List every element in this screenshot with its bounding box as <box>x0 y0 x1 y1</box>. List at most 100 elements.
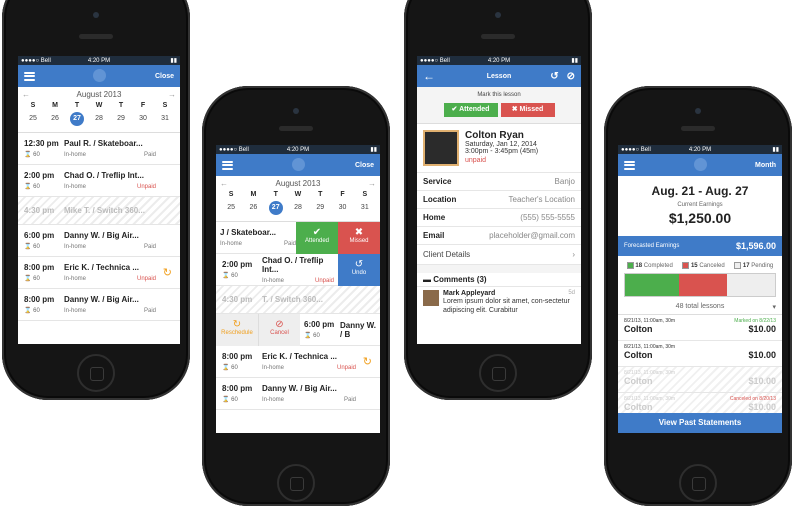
lesson-row[interactable]: 2:00 pm ⌛ 60 Chad O. / Treflip Int... In-h… <box>216 253 380 286</box>
lesson-row[interactable]: 8:00 pm ⌛ 60 Eric K. / Technica ... In-hom… <box>216 346 380 378</box>
lesson-row[interactable]: 6:00 pm ⌛ 60 Danny W. / Big Air... In-home P… <box>18 225 180 257</box>
day-cell[interactable]: 28 <box>291 201 305 215</box>
camera <box>93 12 99 18</box>
lesson-row[interactable]: 2:00 pm ⌛ 60 Chad O. / Treflip Int... In-ho… <box>18 165 180 197</box>
lesson-duration: ⌛ 60 <box>24 152 40 158</box>
undo-label: Undo <box>351 269 367 276</box>
next-month-icon[interactable]: → <box>368 179 376 188</box>
day-cell[interactable]: 26 <box>48 112 62 126</box>
lesson-time: 8:00 pm <box>222 384 253 393</box>
student-card: Colton Ryan Saturday, Jan 12, 2014 3:00p… <box>417 124 581 173</box>
lesson-payment: Unpaid <box>136 184 156 190</box>
day-cell[interactable]: 25 <box>224 201 238 215</box>
menu-icon[interactable] <box>624 160 635 170</box>
comments-header: ▬ Comments (3) <box>417 273 581 287</box>
lesson-duration: ⌛ 60 <box>222 397 238 403</box>
payment-status: unpaid <box>465 157 487 164</box>
lesson-location: In-home <box>64 184 87 190</box>
day-cell[interactable]: 31 <box>358 201 372 215</box>
undo-action[interactable]: ↺ Undo <box>338 253 380 286</box>
student-name: Colton <box>624 350 653 361</box>
attended-button[interactable]: ✔ Attended <box>443 103 498 117</box>
current-earnings-label: Current Earnings <box>677 202 723 208</box>
history-icon[interactable]: ↻ <box>363 355 372 368</box>
page-title: Lesson <box>486 72 512 80</box>
day-cell[interactable]: 27 <box>268 201 283 215</box>
close-button[interactable]: Close <box>355 162 374 169</box>
reschedule-icon: ↻ <box>232 318 242 330</box>
day-cell[interactable]: 30 <box>136 112 150 126</box>
day-cell[interactable]: 25 <box>26 112 40 126</box>
lesson-location: In-home <box>64 276 87 282</box>
home-button[interactable] <box>479 354 517 392</box>
prev-month-icon[interactable]: ← <box>220 179 228 188</box>
history-icon[interactable]: ↻ <box>163 266 172 279</box>
statement-row[interactable]: 8/21/13, 11:00am, 30m Marked on 8/22/13 Co… <box>618 315 782 342</box>
day-cell[interactable]: 30 <box>336 201 350 215</box>
missed-action[interactable]: ✖ Missed <box>338 221 380 254</box>
total-lessons[interactable]: 48 total lessons ▾ <box>618 297 782 316</box>
screen: ●●●●○ Bell 4:20 PM ▮▮ ← Lesson ↺ ⊘ Mark thi… <box>417 56 581 344</box>
lesson-row[interactable]: 4:30 pm T. / Switch 360... <box>216 286 380 314</box>
comment-text: Lorem ipsum dolor sit amet, con-sectetur… <box>443 298 570 314</box>
lesson-duration: ⌛ 60 <box>24 184 40 190</box>
logo-icon <box>694 158 707 171</box>
lesson-name: Danny W. / Big Air... <box>64 231 139 240</box>
chevron-down-icon: ▾ <box>772 304 776 312</box>
attended-action[interactable]: ✔ Attended <box>296 221 338 254</box>
reschedule-action[interactable]: ↻ Reschedule <box>216 313 258 346</box>
home-button[interactable] <box>77 354 115 392</box>
menu-icon[interactable] <box>24 71 35 81</box>
legend-item: 18 Completed <box>626 262 673 270</box>
avatar <box>423 130 459 166</box>
next-month-icon[interactable]: → <box>168 90 176 99</box>
lesson-row[interactable]: 8:00 pm ⌛ 60 Eric K. / Technica ... In-home… <box>18 257 180 289</box>
prev-month-icon[interactable]: ← <box>22 90 30 99</box>
lesson-location: In-home <box>262 365 285 371</box>
view-past-statements-button[interactable]: View Past Statements <box>618 413 782 433</box>
lesson-duration: ⌛ 60 <box>24 276 40 282</box>
day-cell[interactable]: 29 <box>313 201 327 215</box>
day-cell[interactable]: 27 <box>70 112 84 126</box>
day-cell[interactable]: 26 <box>246 201 260 215</box>
menu-icon[interactable] <box>222 160 233 170</box>
forecast-bar: Forecasted Earnings $1,596.00 <box>618 236 782 256</box>
camera <box>293 108 299 114</box>
phone-1: ●●●●○ Bell 4:20 PM ▮▮ Close ← August 2013 → … <box>2 0 190 400</box>
lesson-row[interactable]: 12:30 pm ⌛ 60 Paul R. / Skateboar... In-hom… <box>18 133 180 165</box>
missed-button[interactable]: ✖ Missed <box>500 103 555 117</box>
month-toggle[interactable]: Month <box>755 162 776 169</box>
lesson-time: 8:00 pm <box>24 263 55 272</box>
lesson-row[interactable]: 8:00 pm ⌛ 60 Danny W. / Big Air... In-home P… <box>18 289 180 321</box>
weekday-label: W <box>294 191 302 198</box>
lesson-time: 8:00 pm <box>24 295 55 304</box>
lesson-time: 8:00 pm <box>222 352 253 361</box>
lesson-name: Chad O. / Treflip Int... <box>64 171 145 180</box>
lesson-row[interactable]: 8:00 pm ⌛ 60 Danny W. / Big Air... In-home… <box>216 378 380 410</box>
day-cell[interactable]: 31 <box>158 112 172 126</box>
carrier: ●●●●○ Bell <box>219 146 249 153</box>
lesson-row[interactable]: 4:30 pm Mike T. / Switch 360... <box>18 197 180 225</box>
lesson-location: In-home <box>64 308 87 314</box>
legend-item: 15 Canceled <box>682 262 725 269</box>
statement-row[interactable]: 8/21/13, 11:00am, 30m Colton $10.00 <box>618 367 782 394</box>
legend-label: Completed <box>643 263 673 270</box>
lesson-row[interactable]: ↻ Reschedule ⊘ Cancel 6:00 pm ⌛ 60 Danny W.… <box>216 313 380 346</box>
legend-count: 17 <box>742 263 750 270</box>
forecast-value: $1,596.00 <box>735 241 776 251</box>
home-button[interactable] <box>277 464 315 502</box>
lesson-row[interactable]: J / Skateboar... In-home Paid ✔ Attended ✖ M… <box>216 221 380 254</box>
info-field: Home (555) 555-5555 <box>417 209 581 227</box>
day-cell[interactable]: 28 <box>92 112 106 126</box>
field-value[interactable]: (555) 555-5555 <box>520 213 575 222</box>
field-value[interactable]: placeholder@gmail.com <box>489 231 575 240</box>
home-button[interactable] <box>679 464 717 502</box>
statement-row[interactable]: 8/21/13, 11:00am, 30m Colton $10.00 <box>618 341 782 368</box>
cancel-icon: ⊘ <box>275 318 284 330</box>
lesson-name: Eric K. / Technica ... <box>64 263 139 272</box>
close-button[interactable]: Close <box>155 73 174 80</box>
client-details-link[interactable]: Client Details › <box>417 245 581 265</box>
cancel-action[interactable]: ⊘ Cancel <box>258 313 300 346</box>
day-cell[interactable]: 29 <box>114 112 128 126</box>
legend-label: Pending <box>751 263 774 270</box>
